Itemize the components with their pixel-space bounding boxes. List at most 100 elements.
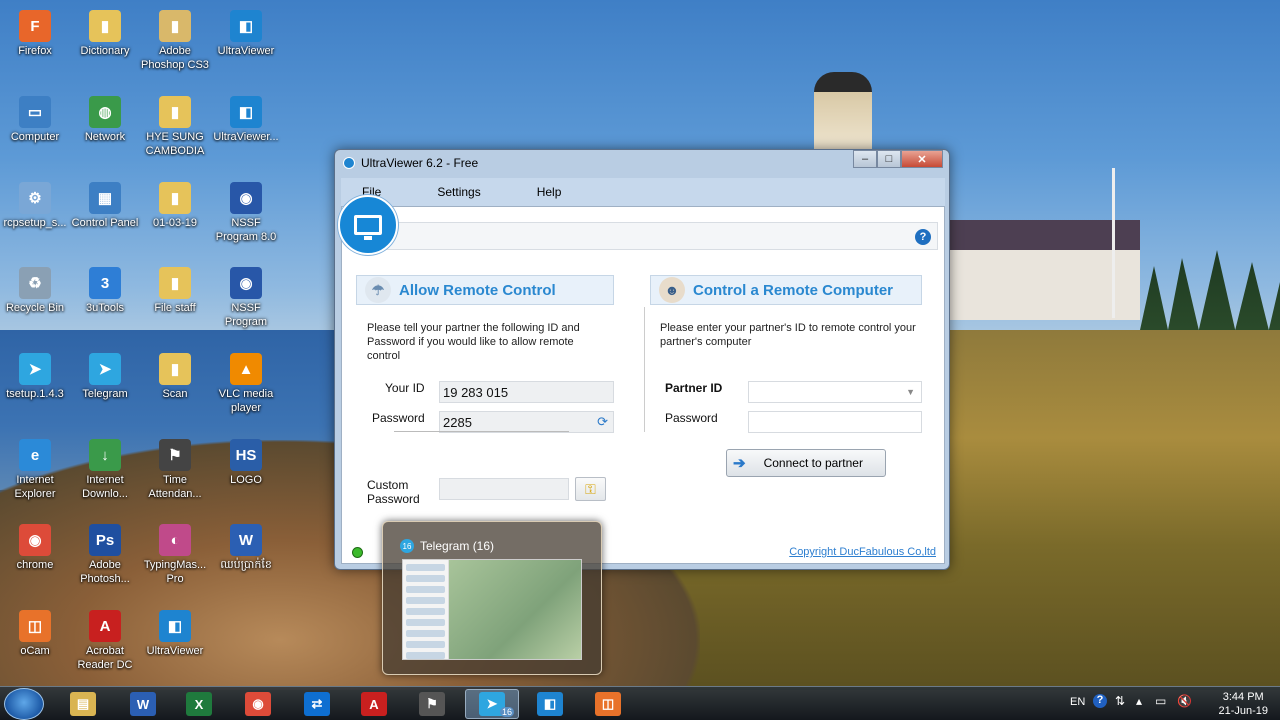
desktop-icon[interactable]: ◉ chrome [0, 518, 70, 572]
desktop-icon[interactable]: ◍ Network [70, 90, 140, 144]
desktop-icon[interactable]: ▮ 01-03-19 [140, 176, 210, 230]
app-icon: ↓ [89, 439, 121, 471]
desktop-icon[interactable]: F Firefox [0, 4, 70, 58]
desktop-icon-label: Internet Explorer [14, 474, 56, 500]
desktop-icon[interactable]: ◧ UltraViewer [211, 4, 281, 58]
app-icon: ♻ [19, 267, 51, 299]
action-center-icon[interactable]: ▭ [1155, 694, 1166, 708]
taskbar-telegram-button[interactable]: ➤ 16 [465, 689, 519, 719]
start-button[interactable] [4, 688, 44, 720]
desktop-icon[interactable]: ◐ TypingMas... Pro [140, 518, 210, 586]
app-icon: ➤ [19, 353, 51, 385]
desktop-icon-label: chrome [16, 559, 54, 571]
your-id-field[interactable]: 19 283 015 [439, 381, 614, 403]
excel-icon: X [186, 692, 212, 716]
close-button[interactable]: ✕ [901, 150, 943, 168]
taskbar-chrome-button[interactable]: ◉ [231, 689, 285, 719]
desktop-icon-label: Telegram [82, 388, 128, 400]
desktop-icon[interactable]: ◉ NSSF Program [211, 261, 281, 329]
desktop-icon[interactable]: ◧ UltraViewer... [211, 90, 281, 144]
chevron-up-icon[interactable]: ▴ [1136, 694, 1142, 708]
desktop-icon[interactable]: ▮ Dictionary [70, 4, 140, 58]
desktop-icon[interactable]: ↓ Internet Downlo... [70, 433, 140, 501]
desktop-icon[interactable]: ➤ Telegram [70, 347, 140, 401]
wallpaper-flagpole [1112, 168, 1115, 318]
desktop-icon[interactable]: HS LOGO [211, 433, 281, 487]
desktop-icon-label: HYE SUNG CAMBODIA [145, 131, 205, 157]
desktop-icon[interactable]: ▦ Control Panel [70, 176, 140, 230]
menu-settings[interactable]: Settings [437, 185, 480, 199]
network-tray-icon[interactable]: ⇅ [1115, 694, 1125, 708]
explorer-icon: ▤ [70, 692, 96, 716]
desktop-icon[interactable]: ⚙ rcpsetup_s... [0, 176, 70, 230]
desktop-icon-label: NSSF Program [224, 302, 268, 328]
window-controls: – □ ✕ [853, 150, 943, 168]
desktop-icon-label: Adobe Photosh... [80, 559, 130, 585]
desktop-icon-label: 3uTools [86, 302, 124, 314]
desktop-icon[interactable]: ▮ Adobe Phoshop CS3 [140, 4, 210, 72]
taskbar-time-attendance-button[interactable]: ⚑ [405, 689, 459, 719]
desktop-icon[interactable]: ▮ Scan [140, 347, 210, 401]
preview-thumbnail[interactable] [402, 559, 582, 660]
help-icon[interactable]: ? [915, 229, 931, 245]
app-icon: ▮ [159, 96, 191, 128]
custom-password-field[interactable] [439, 478, 569, 500]
desktop-icon-label: Recycle Bin [5, 302, 65, 314]
maximize-button[interactable]: □ [877, 150, 901, 168]
preview-title: 16 Telegram (16) [400, 539, 494, 553]
desktop-icon-label: Computer [10, 131, 60, 143]
desktop-icon[interactable]: W ឈប់ប្រាក់ខែ [211, 518, 281, 572]
desktop-icon[interactable]: e Internet Explorer [0, 433, 70, 501]
password-field[interactable]: 2285 ⟳ [439, 411, 614, 433]
allow-remote-control-header: ☂ Allow Remote Control [356, 275, 614, 305]
wallpaper-lighthouse [814, 72, 872, 152]
copyright-link[interactable]: Copyright DucFabulous Co,ltd [789, 546, 936, 558]
desktop-icon[interactable]: ▭ Computer [0, 90, 70, 144]
chevron-down-icon[interactable]: ▼ [906, 387, 915, 397]
app-icon: ▦ [89, 182, 121, 214]
taskbar-ultraviewer-button[interactable]: ◧ [523, 689, 577, 719]
taskbar-word-button[interactable]: W [116, 689, 170, 719]
desktop-icon-label: TypingMas... Pro [143, 559, 207, 585]
volume-muted-icon[interactable]: 🔇 [1177, 694, 1192, 708]
taskbar-acrobat-button[interactable]: A [347, 689, 401, 719]
desktop-icon[interactable]: ♻ Recycle Bin [0, 261, 70, 315]
clock[interactable]: 3:44 PM 21-Jun-19 [1218, 690, 1268, 718]
help-tray-icon[interactable]: ? [1093, 694, 1107, 708]
desktop-icon[interactable]: ◉ NSSF Program 8.0 [211, 176, 281, 244]
window-title: UltraViewer 6.2 - Free [361, 156, 479, 170]
desktop-icon[interactable]: Ps Adobe Photosh... [70, 518, 140, 586]
taskbar-explorer-button[interactable]: ▤ [56, 689, 110, 719]
desktop-icon[interactable]: ▮ HYE SUNG CAMBODIA [140, 90, 210, 158]
desktop-icon[interactable]: 3 3uTools [70, 261, 140, 315]
connect-to-partner-button[interactable]: ➔ Connect to partner [726, 449, 886, 477]
desktop-icon[interactable]: A Acrobat Reader DC [70, 604, 140, 672]
clock-time: 3:44 PM [1222, 691, 1264, 703]
desktop-icon[interactable]: ◧ UltraViewer [140, 604, 210, 658]
taskbar-excel-button[interactable]: X [172, 689, 226, 719]
app-icon: ◫ [19, 610, 51, 642]
taskbar-teamviewer-button[interactable]: ⇄ [290, 689, 344, 719]
desktop-icon[interactable]: ▮ File staff [140, 261, 210, 315]
password-label: Password [372, 411, 425, 425]
menu-help[interactable]: Help [537, 185, 562, 199]
unread-badge: 16 [499, 707, 514, 717]
desktop-icon-label: NSSF Program 8.0 [215, 217, 277, 243]
telegram-icon: 16 [400, 539, 414, 553]
desktop-icon[interactable]: ◫ oCam [0, 604, 70, 658]
desktop-icon[interactable]: ⚑ Time Attendan... [140, 433, 210, 501]
control-description: Please enter your partner's ID to remote… [660, 322, 916, 348]
minimize-button[interactable]: – [853, 150, 877, 168]
desktop-icon-label: UltraViewer [146, 645, 204, 657]
desktop-icon[interactable]: ▲ VLC media player [211, 347, 281, 415]
partner-password-input[interactable] [748, 411, 922, 433]
refresh-icon[interactable]: ⟳ [597, 414, 608, 430]
partner-id-input[interactable]: ▼ [748, 381, 922, 403]
desktop-icon[interactable]: ➤ tsetup.1.4.3 [0, 347, 70, 401]
app-icon: ▮ [159, 267, 191, 299]
app-icon: W [230, 524, 262, 556]
telegram-taskbar-preview[interactable]: 16 Telegram (16) [382, 521, 602, 675]
key-button[interactable]: ⚿ [575, 477, 606, 501]
taskbar-ocam-button[interactable]: ◫ [581, 689, 635, 719]
language-indicator[interactable]: EN [1070, 696, 1085, 708]
